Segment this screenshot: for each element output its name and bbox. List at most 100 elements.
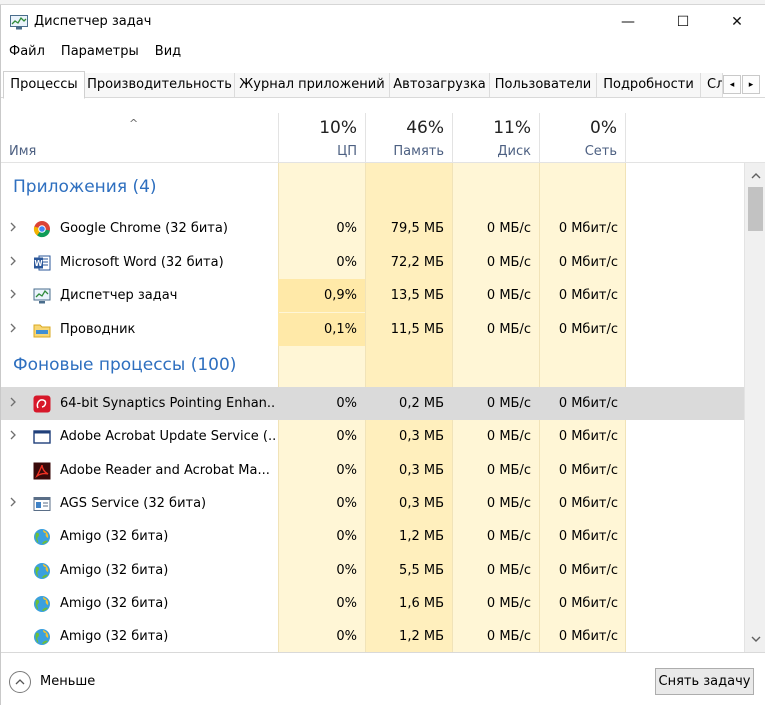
- scroll-down-button[interactable]: [745, 630, 765, 648]
- cpu-cell: 0%: [336, 529, 357, 545]
- service-app-icon: [33, 495, 51, 513]
- network-total-percent: 0%: [590, 118, 617, 138]
- cpu-column-label: ЦП: [337, 144, 357, 159]
- cpu-cell: 0%: [336, 221, 357, 236]
- process-row[interactable]: Amigo (32 бита) 0% 1,2 МБ 0 МБ/с 0 Мбит/с: [1, 620, 744, 652]
- network-cell: 0 Мбит/с: [558, 595, 618, 611]
- process-row[interactable]: Amigo (32 бита) 0% 1,2 МБ 0 МБ/с 0 Мбит/с: [1, 520, 744, 553]
- process-row[interactable]: Adobe Reader and Acrobat Ma... 0% 0,3 МБ 0 …: [1, 454, 744, 487]
- column-memory-header[interactable]: 46% Память: [365, 113, 452, 163]
- process-row[interactable]: 64-bit Synaptics Pointing Enhan... 0% 0,2 …: [1, 387, 744, 420]
- title-bar[interactable]: Диспетчер задач — ☐ ✕: [1, 5, 765, 39]
- amigo-globe-icon: [33, 595, 51, 613]
- tab-scroll-right-button[interactable]: ▸: [742, 75, 760, 94]
- disk-cell: 0 МБ/с: [486, 221, 531, 236]
- footer-bar: Меньше Снять задачу: [1, 652, 765, 705]
- memory-cell: 0,3 МБ: [399, 495, 444, 511]
- menu-view[interactable]: Вид: [147, 41, 189, 63]
- tab-processes[interactable]: Процессы: [3, 71, 85, 99]
- process-name: Amigo (32 бита): [60, 595, 169, 611]
- process-name: Google Chrome (32 бита): [60, 221, 228, 236]
- service-window-icon: [33, 428, 51, 446]
- tab-details[interactable]: Подробности: [597, 73, 701, 97]
- process-row[interactable]: Adobe Acrobat Update Service (... 0% 0,3 М…: [1, 420, 744, 453]
- process-list: Приложения (4) Google Chrome (32 бита) 0% 7…: [1, 163, 744, 652]
- tab-app-history[interactable]: Журнал приложений: [235, 73, 390, 97]
- memory-cell: 0,2 МБ: [399, 396, 444, 411]
- vertical-scrollbar[interactable]: [744, 163, 765, 652]
- tab-scroll-left-button[interactable]: ◂: [723, 75, 741, 94]
- cpu-cell: 0%: [336, 562, 357, 578]
- group-apps: Приложения (4): [1, 166, 744, 199]
- close-button[interactable]: ✕: [714, 5, 760, 39]
- disk-cell: 0 МБ/с: [486, 429, 531, 445]
- network-cell: 0 Мбит/с: [558, 495, 618, 511]
- process-row[interactable]: Amigo (32 бита) 0% 1,6 МБ 0 МБ/с 0 Мбит/с: [1, 587, 744, 620]
- process-row[interactable]: Amigo (32 бита) 0% 5,5 МБ 0 МБ/с 0 Мбит/с: [1, 554, 744, 587]
- disk-cell: 0 МБ/с: [486, 529, 531, 545]
- tab-users[interactable]: Пользователи: [490, 73, 597, 97]
- sort-ascending-icon: ^: [129, 117, 139, 130]
- menu-file[interactable]: Файл: [1, 41, 53, 63]
- process-row[interactable]: AGS Service (32 бита) 0% 0,3 МБ 0 МБ/с 0 Мби…: [1, 487, 744, 520]
- process-row[interactable]: Диспетчер задач 0,9% 13,5 МБ 0 МБ/с 0 Мбит/с: [1, 279, 744, 312]
- fewer-details-link[interactable]: Меньше: [40, 674, 95, 689]
- network-cell: 0 Мбит/с: [558, 321, 618, 337]
- cpu-cell: 0%: [336, 254, 357, 270]
- column-disk-header[interactable]: 11% Диск: [452, 113, 539, 163]
- memory-cell: 13,5 МБ: [390, 288, 444, 303]
- process-name: Amigo (32 бита): [60, 529, 169, 545]
- end-task-button[interactable]: Снять задачу: [655, 668, 754, 695]
- explorer-folder-icon: [33, 321, 51, 339]
- process-row[interactable]: Google Chrome (32 бита) 0% 79,5 МБ 0 МБ/с 0 …: [1, 212, 744, 245]
- memory-column-label: Память: [393, 144, 444, 159]
- disk-cell: 0 МБ/с: [486, 595, 531, 611]
- scroll-thumb[interactable]: [748, 187, 763, 231]
- tab-services[interactable]: Службы: [701, 73, 723, 97]
- process-name: Microsoft Word (32 бита): [60, 254, 224, 270]
- cpu-cell: 0%: [336, 396, 357, 411]
- process-row[interactable]: W Microsoft Word (32 бита) 0% 72,2 МБ 0 МБ/с…: [1, 246, 744, 279]
- column-name-header[interactable]: Имя: [9, 144, 36, 159]
- minimize-icon: —: [621, 14, 635, 30]
- minimize-button[interactable]: —: [605, 5, 651, 39]
- memory-cell: 5,5 МБ: [399, 562, 444, 578]
- process-name: Adobe Acrobat Update Service (...: [60, 429, 275, 445]
- disk-cell: 0 МБ/с: [486, 396, 531, 411]
- cpu-cell: 0,9%: [278, 279, 365, 312]
- column-cpu-header[interactable]: 10% ЦП: [278, 113, 365, 163]
- cpu-cell: 0%: [336, 629, 357, 645]
- expand-chevron-icon[interactable]: [10, 429, 17, 443]
- network-column-label: Сеть: [584, 144, 617, 159]
- expand-chevron-icon[interactable]: [10, 396, 17, 410]
- word-icon: W: [33, 254, 51, 272]
- expand-chevron-icon[interactable]: [10, 322, 17, 336]
- menu-bar: Файл Параметры Вид: [1, 41, 189, 63]
- memory-cell: 0,3 МБ: [399, 462, 444, 478]
- memory-total-percent: 46%: [406, 118, 444, 138]
- scroll-up-button[interactable]: [745, 167, 765, 185]
- fewer-details-icon[interactable]: [9, 671, 31, 693]
- tab-performance[interactable]: Производительность: [85, 73, 235, 97]
- expand-chevron-icon[interactable]: [10, 496, 17, 510]
- process-row[interactable]: Проводник 0,1% 11,5 МБ 0 МБ/с 0 Мбит/с: [1, 312, 744, 346]
- amigo-globe-icon: [33, 628, 51, 646]
- disk-total-percent: 11%: [493, 118, 531, 138]
- disk-cell: 0 МБ/с: [486, 562, 531, 578]
- process-name: Amigo (32 бита): [60, 629, 169, 645]
- maximize-button[interactable]: ☐: [660, 5, 706, 39]
- chevron-up-icon: [751, 173, 760, 179]
- tab-startup[interactable]: Автозагрузка: [390, 73, 490, 97]
- expand-chevron-icon[interactable]: [10, 255, 17, 269]
- task-manager-icon: [33, 287, 51, 305]
- chrome-icon: [33, 220, 51, 238]
- menu-options[interactable]: Параметры: [53, 41, 147, 63]
- network-cell: 0 Мбит/с: [558, 396, 618, 411]
- column-network-header[interactable]: 0% Сеть: [539, 113, 626, 163]
- expand-chevron-icon[interactable]: [10, 221, 17, 235]
- memory-cell: 1,2 МБ: [399, 529, 444, 545]
- synaptics-icon: [33, 395, 51, 413]
- memory-cell: 72,2 МБ: [390, 254, 444, 270]
- disk-cell: 0 МБ/с: [486, 321, 531, 337]
- expand-chevron-icon[interactable]: [10, 288, 17, 302]
